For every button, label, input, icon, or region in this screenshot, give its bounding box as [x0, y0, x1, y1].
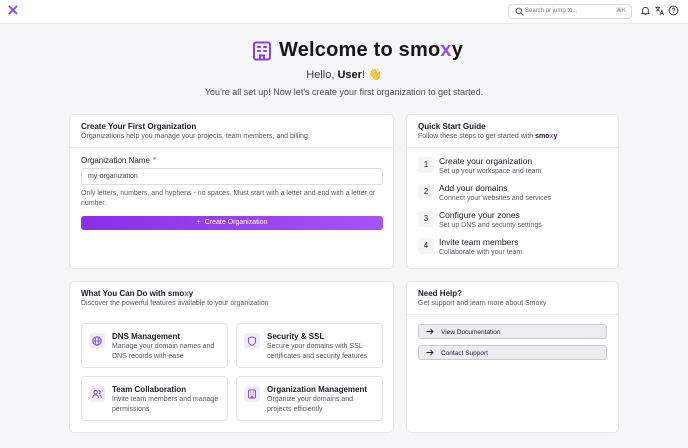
- card-title: What You Can Do with smoxy: [81, 289, 194, 298]
- step-description: Connect your websites and services: [439, 195, 552, 202]
- create-organization-button[interactable]: + Create Organization: [81, 216, 383, 230]
- card-header: Quick Start Guide Follow these steps to …: [407, 115, 618, 148]
- search-icon: [515, 7, 524, 16]
- translate-icon[interactable]: [654, 5, 665, 16]
- logo-x-icon[interactable]: [8, 5, 18, 17]
- organization-name-label: Organization Name *: [81, 156, 157, 165]
- feature-team-collaboration: Team Collaboration Invite team members a…: [81, 376, 228, 421]
- card-description: Discover the powerful features available…: [81, 300, 269, 307]
- step-item: 1 Create your organization Set up your w…: [418, 156, 608, 178]
- card-header: Create Your First Organization Organizat…: [70, 115, 393, 148]
- top-bar: Search or jump to... ⌘K: [0, 0, 688, 24]
- card-title: Quick Start Guide: [418, 122, 486, 131]
- step-number: 3: [418, 211, 434, 227]
- view-documentation-button[interactable]: View Documentation: [418, 324, 607, 339]
- step-number: 2: [418, 184, 434, 200]
- arrow-right-icon: [426, 349, 434, 356]
- search-shortcut: ⌘K: [615, 8, 626, 14]
- feature-description: Organize your domains and projects effic…: [267, 396, 353, 413]
- card-title: Need Help?: [418, 289, 463, 298]
- step-number: 4: [418, 238, 434, 254]
- building-icon: [253, 41, 271, 61]
- card-description: Organizations help you manage your proje…: [81, 133, 310, 140]
- feature-title: DNS Management: [112, 332, 181, 341]
- help-icon[interactable]: [668, 5, 679, 16]
- feature-description: Manage your domain names and DNS records…: [112, 343, 215, 360]
- contact-support-button[interactable]: Contact Support: [418, 345, 607, 360]
- feature-description: Invite team members and manage permissio…: [112, 396, 219, 413]
- card-description: Get support and learn more about Smoxy: [418, 300, 547, 307]
- welcome-subtitle: You're all set up! Now let's create your…: [204, 87, 484, 97]
- feature-title: Security & SSL: [267, 332, 325, 341]
- step-title: Add your domains: [439, 183, 508, 193]
- feature-security-ssl: Security & SSL Secure your domains with …: [236, 323, 383, 368]
- step-item: 4 Invite team members Collaborate with y…: [418, 237, 608, 259]
- arrow-right-icon: [426, 328, 434, 335]
- plus-icon: +: [196, 219, 201, 226]
- building-icon: [248, 389, 256, 399]
- step-description: Collaborate with your team: [439, 249, 523, 256]
- feature-dns-management: DNS Management Manage your domain names …: [81, 323, 228, 368]
- create-organization-card: Create Your First Organization Organizat…: [69, 114, 394, 269]
- shield-icon: [247, 336, 257, 346]
- step-title: Configure your zones: [439, 210, 520, 220]
- users-icon: [92, 390, 102, 399]
- quick-start-card: Quick Start Guide Follow these steps to …: [406, 114, 619, 269]
- step-description: Set up DNS and security settings: [439, 222, 542, 229]
- search-placeholder: Search or jump to...: [525, 8, 578, 14]
- feature-description: Secure your domains with SSL certificate…: [267, 343, 368, 360]
- step-title: Invite team members: [439, 237, 519, 247]
- brand-name: smoxy: [167, 289, 194, 298]
- card-header: Need Help? Get support and learn more ab…: [407, 282, 618, 315]
- step-item: 3 Configure your zones Set up DNS and se…: [418, 210, 608, 232]
- feature-title: Organization Management: [267, 385, 368, 394]
- card-header: What You Can Do with smoxy Discover the …: [70, 282, 393, 313]
- help-card: Need Help? Get support and learn more ab…: [406, 281, 619, 433]
- feature-organization-management: Organization Management Organize your do…: [236, 376, 383, 421]
- greeting: Hello, User! 👋: [306, 69, 382, 81]
- step-title: Create your organization: [439, 156, 533, 166]
- step-description: Set up your workspace and team: [439, 168, 542, 175]
- card-description: Follow these steps to get started with s…: [418, 133, 558, 140]
- card-title: Create Your First Organization: [81, 122, 197, 131]
- search-box[interactable]: Search or jump to... ⌘K: [508, 4, 632, 19]
- organization-name-hint: Only letters, numbers, and hyphens - no …: [81, 190, 376, 207]
- step-item: 2 Add your domains Connect your websites…: [418, 183, 608, 205]
- step-number: 1: [418, 157, 434, 173]
- feature-title: Team Collaboration: [112, 385, 187, 394]
- globe-icon: [92, 336, 102, 346]
- bell-icon[interactable]: [640, 5, 651, 16]
- features-card: What You Can Do with smoxy Discover the …: [69, 281, 394, 433]
- organization-name-input[interactable]: [81, 168, 383, 185]
- page-title: Welcome to smoxy: [279, 39, 464, 61]
- brand-name: smoxy: [535, 133, 558, 140]
